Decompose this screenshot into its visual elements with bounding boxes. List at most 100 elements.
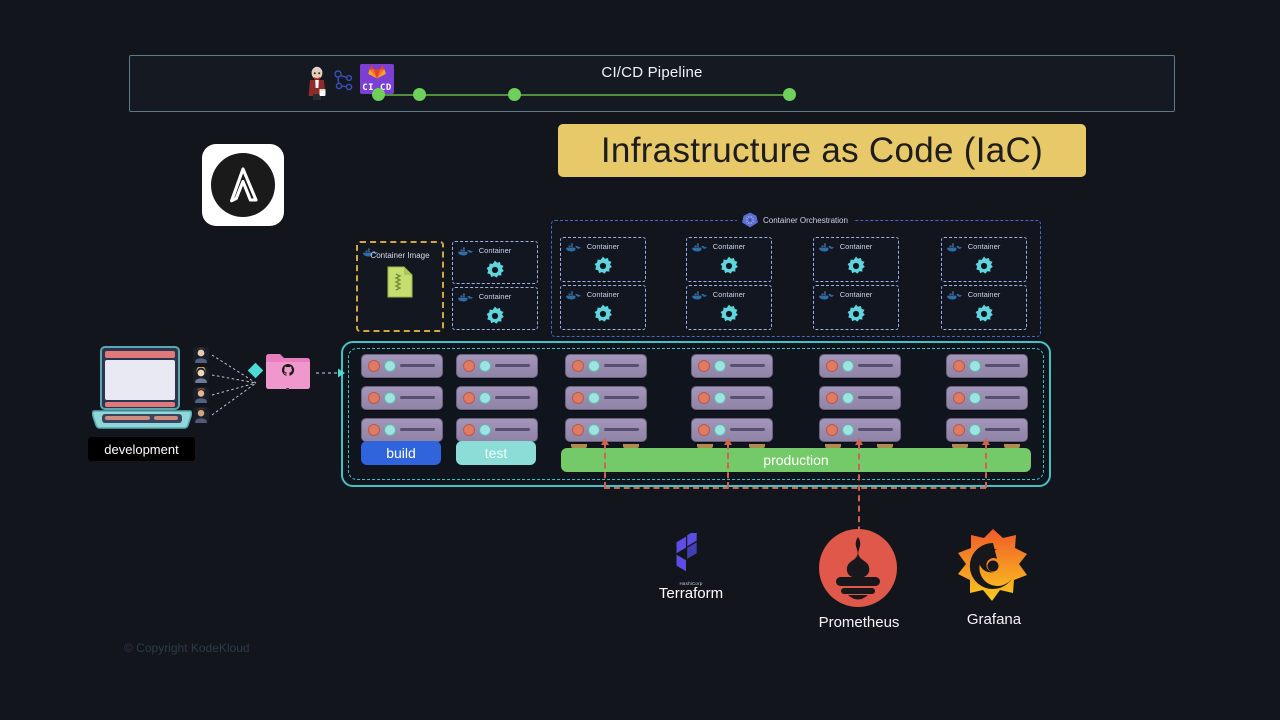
pipeline-stage-dot-3[interactable] — [508, 88, 521, 101]
server — [691, 418, 773, 442]
container-box[interactable]: Container — [560, 285, 646, 330]
developer-avatar-3 — [193, 387, 209, 403]
container-label: Container — [478, 292, 512, 301]
grafana-logo: Grafana — [955, 528, 1033, 628]
developer-avatar-1 — [193, 347, 209, 363]
server-led-red — [463, 424, 475, 436]
git-icon — [334, 70, 353, 91]
stage-build[interactable]: build — [361, 441, 441, 465]
container-box[interactable]: Container — [813, 285, 899, 330]
prometheus-icon — [819, 529, 897, 607]
server-led-cyan — [842, 360, 854, 372]
server-column-build — [361, 354, 443, 450]
container-box[interactable]: Container — [560, 237, 646, 282]
gear-icon — [486, 260, 504, 278]
server — [361, 354, 443, 378]
iac-banner: Infrastructure as Code (IaC) — [558, 124, 1086, 177]
cicd-tool-icons: CI CD — [306, 59, 396, 109]
server-column-prod-1 — [565, 354, 647, 450]
server — [456, 418, 538, 442]
pipeline-stage-dot-4[interactable] — [783, 88, 796, 101]
server-slot — [985, 428, 1020, 431]
container-image-file-icon — [387, 266, 413, 298]
server-slot — [730, 428, 765, 431]
ansible-logo — [202, 144, 284, 226]
infrastructure-box: build test production — [341, 341, 1051, 487]
container-group-4: Container Container — [941, 237, 1027, 330]
prod-arrow-head-3 — [855, 438, 863, 445]
pipeline-track — [379, 94, 791, 96]
server-slot — [400, 428, 435, 431]
server-led-red — [572, 424, 584, 436]
container-box[interactable]: Container — [686, 237, 772, 282]
server-led-cyan — [969, 424, 981, 436]
container-label: Container — [967, 290, 1001, 299]
server-slot — [985, 396, 1020, 399]
pipeline-stage-dot-1[interactable] — [372, 88, 385, 101]
server — [361, 418, 443, 442]
server-led-cyan — [714, 392, 726, 404]
container-box[interactable]: Container — [813, 237, 899, 282]
server-led-red — [368, 392, 380, 404]
prod-arrow-4 — [985, 443, 989, 488]
container-box[interactable]: Container — [941, 237, 1027, 282]
server-column-test — [456, 354, 538, 450]
server — [456, 386, 538, 410]
prod-arrow-bus — [604, 487, 986, 489]
container-box[interactable]: Container — [452, 287, 538, 330]
ansible-a-icon — [230, 167, 258, 203]
server — [691, 386, 773, 410]
gear-icon — [594, 256, 612, 274]
server — [565, 354, 647, 378]
server-led-cyan — [969, 392, 981, 404]
container-group-standalone: Container Container — [452, 241, 538, 330]
developer-connector-lines — [211, 354, 257, 416]
server-column-prod-2 — [691, 354, 773, 450]
stage-production[interactable]: production — [561, 448, 1031, 472]
gear-icon — [594, 304, 612, 322]
stage-build-label: build — [386, 445, 416, 461]
container-image-label: Container Image — [370, 251, 430, 260]
container-label: Container — [586, 290, 620, 299]
container-box[interactable]: Container — [452, 241, 538, 284]
container-group-3: Container Container — [813, 237, 899, 330]
container-orchestration-header: Container Orchestration — [737, 210, 853, 230]
server-led-red — [953, 424, 965, 436]
server-column-prod-4 — [946, 354, 1028, 450]
pipeline-stage-dot-2[interactable] — [413, 88, 426, 101]
prod-arrow-head-4 — [982, 438, 990, 445]
server — [819, 386, 901, 410]
container-orchestration-label: Container Orchestration — [763, 215, 848, 225]
server-led-red — [463, 392, 475, 404]
server — [819, 354, 901, 378]
container-label: Container — [967, 242, 1001, 251]
container-box[interactable]: Container — [941, 285, 1027, 330]
github-repo-folder-icon — [266, 354, 310, 390]
server-led-cyan — [714, 424, 726, 436]
server-led-red — [826, 360, 838, 372]
server-led-cyan — [479, 360, 491, 372]
server-led-red — [826, 392, 838, 404]
development-label-text: development — [104, 441, 179, 457]
server-slot — [604, 364, 639, 367]
server-slot — [604, 428, 639, 431]
container-label: Container — [712, 290, 746, 299]
terraform-label: Terraform — [658, 585, 724, 602]
server-led-red — [463, 360, 475, 372]
server-column-prod-3 — [819, 354, 901, 450]
server-slot — [495, 396, 530, 399]
kubernetes-icon — [742, 212, 758, 228]
server-led-red — [368, 360, 380, 372]
server-led-red — [826, 424, 838, 436]
server-slot — [730, 364, 765, 367]
container-image-box: Container Image — [356, 241, 444, 332]
copyright-text: © Copyright KodeKloud — [124, 641, 250, 655]
server-slot — [730, 396, 765, 399]
server-led-cyan — [384, 424, 396, 436]
developer-avatar-2 — [193, 367, 209, 383]
container-box[interactable]: Container — [686, 285, 772, 330]
prod-arrow-head-1 — [601, 438, 609, 445]
server-slot — [858, 364, 893, 367]
prod-arrow-2 — [727, 443, 731, 488]
stage-test[interactable]: test — [456, 441, 536, 465]
